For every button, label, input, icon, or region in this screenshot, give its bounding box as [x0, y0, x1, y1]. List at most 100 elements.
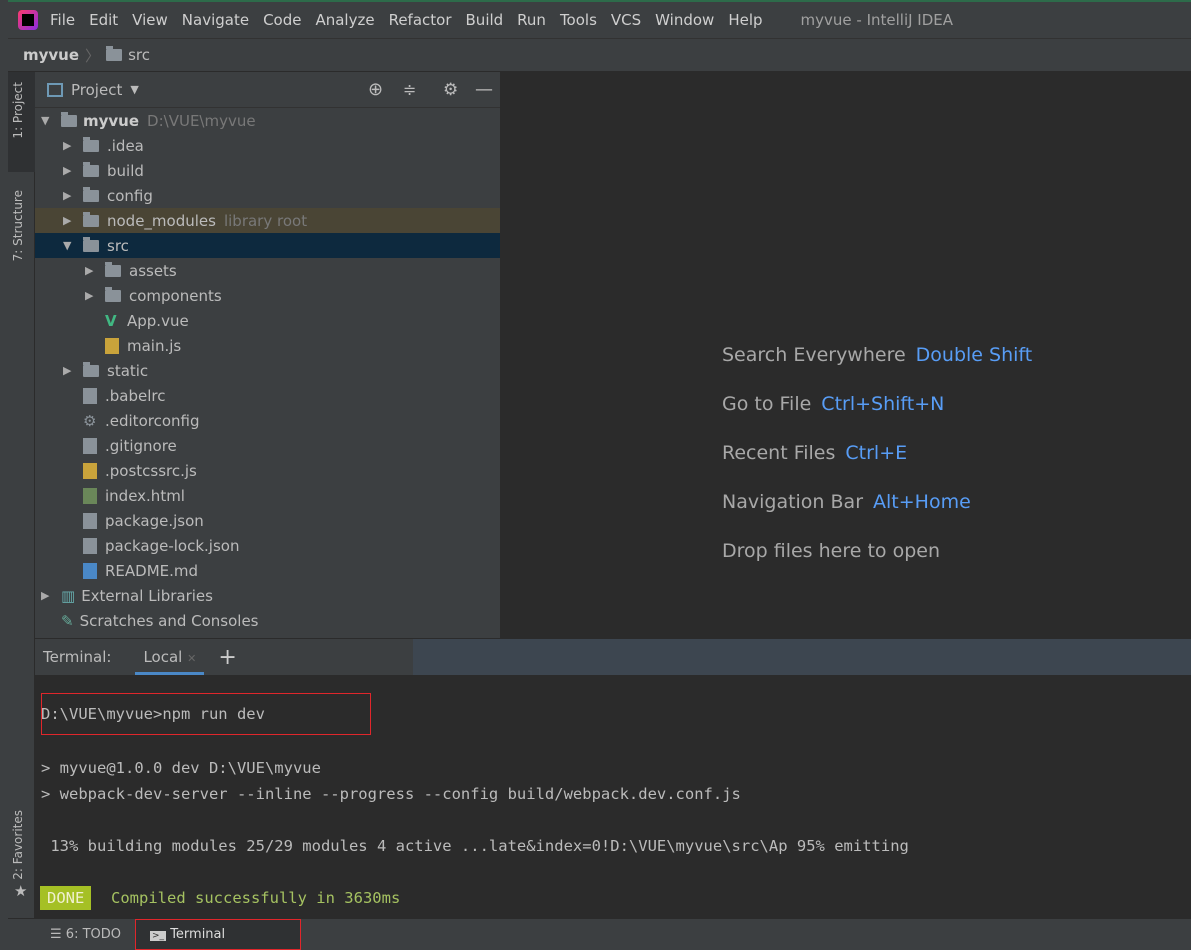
- chevron-right-icon[interactable]: ▶: [63, 139, 77, 152]
- menu-refactor[interactable]: Refactor: [389, 11, 452, 29]
- tree-item-label: main.js: [127, 336, 182, 355]
- tree-scratches[interactable]: ✎ Scratches and Consoles: [35, 608, 500, 633]
- done-badge: DONE: [40, 886, 92, 910]
- module-icon: [61, 111, 77, 127]
- hint-label: Recent Files: [722, 442, 836, 464]
- tree-item[interactable]: .gitignore: [35, 433, 500, 458]
- tree-item[interactable]: ▶ node_modules library root: [35, 208, 500, 233]
- chevron-right-icon[interactable]: ▶: [63, 164, 77, 177]
- tree-item-label: build: [107, 161, 144, 180]
- terminal-output[interactable]: D:\VUE\myvue>npm run dev > myvue@1.0.0 d…: [35, 675, 1191, 918]
- tree-external-libraries[interactable]: ▶ ▥ External Libraries: [35, 583, 500, 608]
- tree-item[interactable]: ▶ config: [35, 183, 500, 208]
- gear-icon[interactable]: ⚙: [443, 80, 458, 100]
- tree-item[interactable]: package.json: [35, 508, 500, 533]
- new-tab-plus-icon[interactable]: +: [218, 645, 236, 670]
- chevron-down-icon[interactable]: ▼: [63, 239, 77, 252]
- terminal-icon: >_: [150, 931, 167, 941]
- menu-edit[interactable]: Edit: [89, 11, 118, 29]
- menu-vcs[interactable]: VCS: [611, 11, 641, 29]
- editor-hint: Navigation Bar Alt+Home: [722, 491, 971, 513]
- menu-view[interactable]: View: [132, 11, 168, 29]
- breadcrumb-project[interactable]: myvue: [23, 46, 79, 64]
- project-view-icon: [47, 82, 63, 97]
- config-file-icon: [83, 512, 97, 529]
- folder-icon: [83, 161, 99, 177]
- folder-icon: [83, 186, 99, 202]
- tree-item[interactable]: .babelrc: [35, 383, 500, 408]
- hint-label: Search Everywhere: [722, 344, 906, 366]
- tree-item[interactable]: ▶ static: [35, 358, 500, 383]
- tab-project[interactable]: 1: Project: [11, 82, 25, 139]
- terminal-tab-local[interactable]: Local ✕: [135, 648, 205, 676]
- collapse-all-icon[interactable]: ≑: [403, 80, 416, 99]
- menu-bar: File Edit View Navigate Code Analyze Refactor B…: [8, 0, 1191, 38]
- tree-item[interactable]: ▶ components: [35, 283, 500, 308]
- hide-icon[interactable]: —: [475, 79, 493, 100]
- chevron-right-icon[interactable]: ▶: [85, 289, 99, 302]
- menu-file[interactable]: File: [50, 11, 75, 29]
- tree-item[interactable]: V App.vue: [35, 308, 500, 333]
- config-file-icon: [83, 537, 97, 554]
- tree-item-label: node_modules: [107, 211, 216, 230]
- menu-help[interactable]: Help: [728, 11, 762, 29]
- menu-build[interactable]: Build: [466, 11, 504, 29]
- terminal-line: 13% building modules 25/29 modules 4 act…: [41, 837, 909, 855]
- folder-icon: [83, 211, 99, 227]
- menu-code[interactable]: Code: [263, 11, 301, 29]
- tree-root[interactable]: ▼ myvue D:\VUE\myvue: [35, 108, 500, 133]
- tree-item-label: assets: [129, 261, 177, 280]
- menu-run[interactable]: Run: [517, 11, 546, 29]
- tree-item-label: .babelrc: [105, 386, 166, 405]
- chevron-right-icon[interactable]: ▶: [63, 364, 77, 377]
- hint-shortcut: Ctrl+E: [845, 442, 908, 464]
- tree-item-label: README.md: [105, 561, 199, 580]
- menu-analyze[interactable]: Analyze: [315, 11, 374, 29]
- terminal-label: Terminal:: [43, 648, 112, 666]
- tree-item-label: static: [107, 361, 149, 380]
- config-file-icon: [83, 387, 97, 404]
- tree-item-label: .gitignore: [105, 436, 177, 455]
- hint-label: Drop files here to open: [722, 540, 941, 562]
- folder-icon: [105, 286, 121, 302]
- terminal-line: > webpack-dev-server --inline --progress…: [41, 785, 741, 803]
- menu-tools[interactable]: Tools: [560, 11, 597, 29]
- editor-hint: Drop files here to open: [722, 540, 940, 562]
- config-file-icon: [83, 437, 97, 454]
- menu-window[interactable]: Window: [655, 11, 714, 29]
- tree-item[interactable]: README.md: [35, 558, 500, 583]
- terminal-line: > myvue@1.0.0 dev D:\VUE\myvue: [41, 759, 321, 777]
- breadcrumb-src[interactable]: src: [128, 46, 150, 64]
- tree-item[interactable]: package-lock.json: [35, 533, 500, 558]
- chevron-down-icon[interactable]: ▼: [130, 83, 138, 96]
- tab-favorites[interactable]: 2: Favorites: [11, 810, 25, 880]
- folder-icon: [106, 46, 123, 61]
- tab-todo[interactable]: ☰ 6: TODO: [50, 927, 121, 942]
- hint-shortcut: Alt+Home: [873, 491, 971, 513]
- chevron-right-icon[interactable]: ▶: [63, 189, 77, 202]
- tree-item[interactable]: ▶ assets: [35, 258, 500, 283]
- locate-icon[interactable]: ⊕: [368, 79, 383, 100]
- tree-item-label: .postcssrc.js: [105, 461, 197, 480]
- tree-item-label: package.json: [105, 511, 204, 530]
- tree-item[interactable]: main.js: [35, 333, 500, 358]
- tree-item[interactable]: index.html: [35, 483, 500, 508]
- tab-terminal[interactable]: >_ Terminal: [135, 919, 301, 950]
- tree-item[interactable]: ▶ .idea: [35, 133, 500, 158]
- terminal-command: D:\VUE\myvue>npm run dev: [41, 705, 265, 723]
- tree-item[interactable]: ▶ build: [35, 158, 500, 183]
- tree-item-label: src: [107, 236, 129, 255]
- project-view-selector[interactable]: Project: [71, 81, 122, 99]
- tree-item[interactable]: ▼ src: [35, 233, 500, 258]
- close-icon[interactable]: ✕: [187, 652, 196, 665]
- menu-navigate[interactable]: Navigate: [182, 11, 249, 29]
- chevron-right-icon[interactable]: ▶: [63, 214, 77, 227]
- tree-item[interactable]: .postcssrc.js: [35, 458, 500, 483]
- hint-shortcut: Double Shift: [915, 344, 1033, 366]
- tab-structure[interactable]: 7: Structure: [11, 190, 25, 261]
- chevron-right-icon[interactable]: ▶: [85, 264, 99, 277]
- editor-hint: Go to File Ctrl+Shift+N: [722, 393, 944, 415]
- tree-item-label: .editorconfig: [105, 411, 200, 430]
- terminal-success: Compiled successfully in 3630ms: [111, 889, 401, 907]
- tree-item[interactable]: ⚙ .editorconfig: [35, 408, 500, 433]
